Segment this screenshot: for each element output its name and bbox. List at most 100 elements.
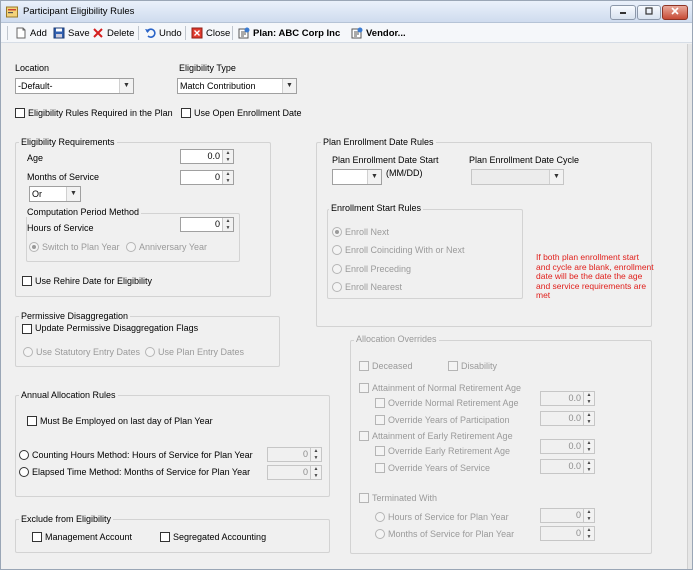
add-button[interactable]: Add	[15, 26, 47, 40]
age-stepper[interactable]: 0.0 ▲ ▼	[180, 149, 234, 164]
toolbar: Add Save Delete Undo Close Plan: ABC Cor…	[1, 23, 692, 43]
disability-checkbox[interactable]	[448, 361, 458, 371]
plan-icon	[238, 27, 250, 39]
spinner-arrows-icon[interactable]: ▲ ▼	[310, 466, 321, 479]
spinner-arrows-icon[interactable]: ▲ ▼	[583, 509, 594, 522]
close-window-button[interactable]	[662, 5, 688, 20]
hours-plan-radio[interactable]	[375, 512, 385, 522]
enroll-coinciding-radio[interactable]	[332, 245, 342, 255]
and-or-value: Or	[32, 189, 42, 199]
undo-button[interactable]: Undo	[144, 26, 182, 40]
maximize-button[interactable]	[637, 5, 661, 20]
rehire-date-label: Use Rehire Date for Eligibility	[35, 276, 153, 286]
counting-hours-radio[interactable]	[19, 450, 29, 460]
delete-button[interactable]: Delete	[92, 26, 134, 40]
spinner-arrows-icon[interactable]: ▲ ▼	[583, 392, 594, 405]
deceased-label: Deceased	[372, 361, 413, 371]
save-button[interactable]: Save	[53, 26, 90, 40]
statutory-entry-radio[interactable]	[23, 347, 33, 357]
rules-required-label: Eligibility Rules Required in the Plan	[28, 108, 173, 118]
elapsed-time-value: 0	[302, 467, 308, 477]
rules-required-checkbox[interactable]	[15, 108, 25, 118]
override-normal-label: Override Normal Retirement Age	[388, 398, 519, 408]
terminated-checkbox[interactable]	[359, 493, 369, 503]
hours-plan-stepper[interactable]: 0 ▲ ▼	[540, 508, 595, 523]
vertical-scrollbar[interactable]	[687, 44, 692, 569]
hours-of-service-stepper[interactable]: 0 ▲ ▼	[180, 217, 234, 232]
spinner-arrows-icon[interactable]: ▲ ▼	[583, 460, 594, 473]
early-retirement-checkbox[interactable]	[359, 431, 369, 441]
spinner-arrows-icon[interactable]: ▲ ▼	[222, 218, 233, 231]
toolbar-separator	[185, 26, 186, 40]
delete-label: Delete	[107, 27, 135, 39]
undo-label: Undo	[159, 27, 182, 39]
months-of-service-stepper[interactable]: 0 ▲ ▼	[180, 170, 234, 185]
months-plan-value: 0	[575, 528, 581, 538]
must-be-employed-checkbox[interactable]	[27, 416, 37, 426]
months-plan-radio[interactable]	[375, 529, 385, 539]
override-service-stepper[interactable]: 0.0 ▲ ▼	[540, 459, 595, 474]
normal-retirement-checkbox[interactable]	[359, 383, 369, 393]
override-service-checkbox[interactable]	[375, 463, 385, 473]
enrollment-start-label: Plan Enrollment Date Start	[332, 155, 439, 165]
spinner-arrows-icon[interactable]: ▲ ▼	[583, 412, 594, 425]
spinner-arrows-icon[interactable]: ▲ ▼	[583, 527, 594, 540]
toolbar-separator	[138, 26, 139, 40]
override-normal-value: 0.0	[568, 393, 581, 403]
eligibility-type-label: Eligibility Type	[179, 63, 236, 73]
normal-retirement-label: Attainment of Normal Retirement Age	[372, 383, 522, 393]
override-normal-stepper[interactable]: 0.0 ▲ ▼	[540, 391, 595, 406]
mmdd-hint: (MM/DD)	[386, 168, 423, 178]
segregated-accounting-checkbox[interactable]	[160, 532, 170, 542]
plan-button[interactable]: Plan: ABC Corp Inc	[238, 26, 340, 40]
override-years-stepper[interactable]: 0.0 ▲ ▼	[540, 411, 595, 426]
spinner-arrows-icon[interactable]: ▲ ▼	[222, 150, 233, 163]
override-early-stepper[interactable]: 0.0 ▲ ▼	[540, 439, 595, 454]
vendor-button[interactable]: Vendor...	[351, 26, 406, 40]
enroll-nearest-radio[interactable]	[332, 282, 342, 292]
override-normal-checkbox[interactable]	[375, 398, 385, 408]
override-years-label: Override Years of Participation	[388, 415, 510, 425]
enroll-next-radio[interactable]	[332, 227, 342, 237]
update-permissive-checkbox[interactable]	[22, 324, 32, 334]
spinner-arrows-icon[interactable]: ▲ ▼	[222, 171, 233, 184]
chevron-down-icon: ▼	[66, 187, 80, 201]
months-plan-stepper[interactable]: 0 ▲ ▼	[540, 526, 595, 541]
deceased-checkbox[interactable]	[359, 361, 369, 371]
management-account-checkbox[interactable]	[32, 532, 42, 542]
open-enrollment-label: Use Open Enrollment Date	[194, 108, 302, 118]
rehire-date-checkbox[interactable]	[22, 276, 32, 286]
override-early-checkbox[interactable]	[375, 446, 385, 456]
spinner-arrows-icon[interactable]: ▲ ▼	[310, 448, 321, 461]
counting-hours-stepper[interactable]: 0 ▲ ▼	[267, 447, 322, 462]
permissive-disaggregation-title: Permissive Disaggregation	[19, 311, 131, 321]
and-or-select[interactable]: Or ▼	[29, 186, 81, 202]
update-permissive-label: Update Permissive Disaggregation Flags	[35, 323, 199, 333]
override-early-label: Override Early Retirement Age	[388, 446, 511, 456]
anniversary-year-radio[interactable]	[126, 242, 136, 252]
hours-plan-value: 0	[575, 510, 581, 520]
early-retirement-label: Attainment of Early Retirement Age	[372, 431, 513, 441]
spinner-arrows-icon[interactable]: ▲ ▼	[583, 440, 594, 453]
enroll-nearest-label: Enroll Nearest	[345, 282, 403, 292]
plan-entry-radio[interactable]	[145, 347, 155, 357]
months-of-service-label: Months of Service	[27, 172, 100, 182]
location-select[interactable]: -Default- ▼	[15, 78, 134, 94]
switch-to-plan-year-radio[interactable]	[29, 242, 39, 252]
elapsed-time-radio[interactable]	[19, 467, 29, 477]
close-button[interactable]: Close	[191, 26, 230, 40]
enrollment-note: If both plan enrollment start and cycle …	[536, 252, 654, 300]
title-bar: Participant Eligibility Rules	[1, 1, 692, 23]
open-enrollment-checkbox[interactable]	[181, 108, 191, 118]
allocation-overrides-title: Allocation Overrides	[354, 334, 439, 344]
minimize-button[interactable]	[610, 5, 636, 20]
undo-icon	[145, 28, 156, 38]
enroll-preceding-radio[interactable]	[332, 264, 342, 274]
delete-icon	[93, 28, 103, 38]
enrollment-start-select[interactable]: ▼	[332, 169, 382, 185]
enrollment-cycle-select[interactable]: ▼	[471, 169, 564, 185]
elapsed-time-stepper[interactable]: 0 ▲ ▼	[267, 465, 322, 480]
eligibility-requirements-title: Eligibility Requirements	[19, 137, 117, 147]
override-years-checkbox[interactable]	[375, 415, 385, 425]
eligibility-type-select[interactable]: Match Contribution ▼	[177, 78, 297, 94]
